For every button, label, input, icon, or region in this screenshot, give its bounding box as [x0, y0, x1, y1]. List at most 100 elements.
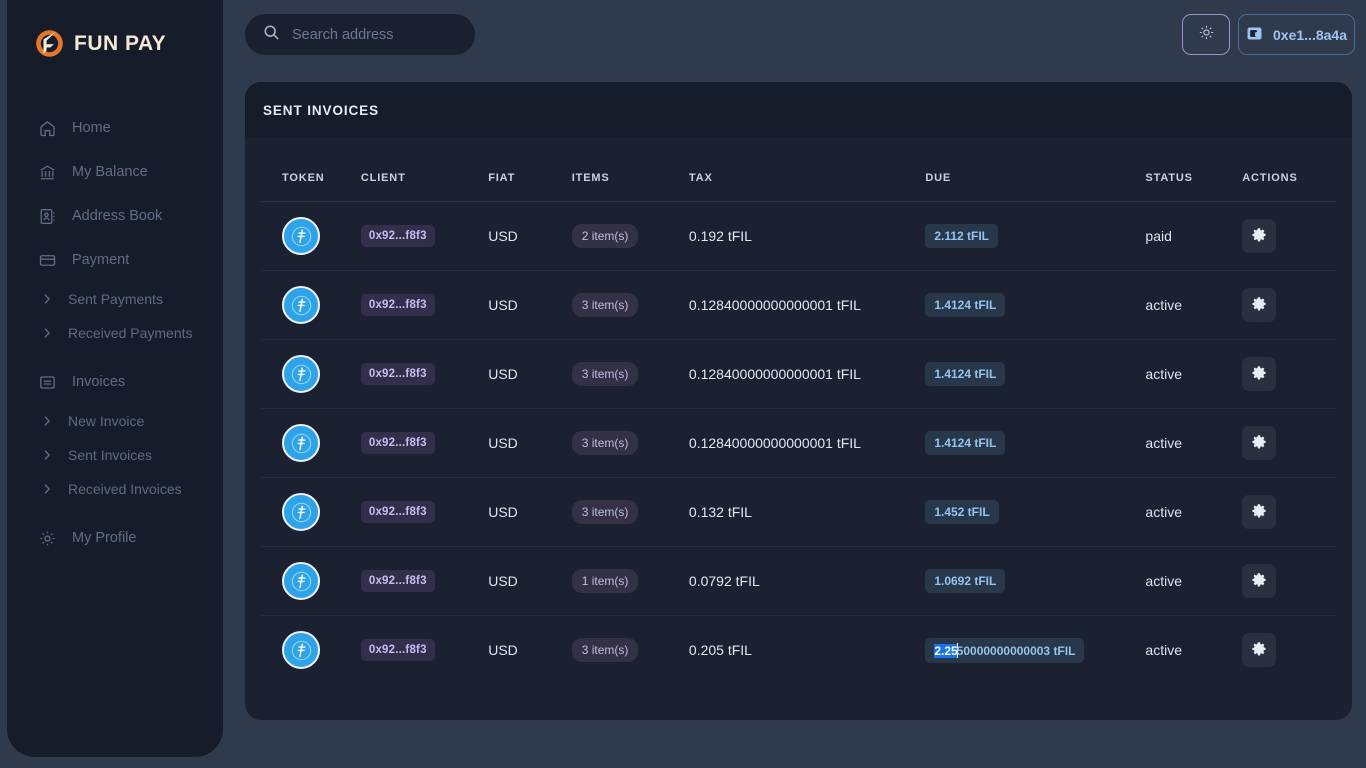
- status-badge: paid: [1145, 228, 1171, 244]
- cell-token: [261, 271, 361, 340]
- due-amount-badge[interactable]: 1.0692 tFIL: [925, 569, 1005, 593]
- row-actions-button[interactable]: [1242, 564, 1276, 598]
- sidebar-item-new-invoice[interactable]: New Invoice: [7, 404, 223, 438]
- cell-actions: [1242, 202, 1336, 271]
- column-header-due: DUE: [925, 138, 1145, 202]
- sidebar-item-invoices[interactable]: Invoices: [7, 360, 223, 404]
- cell-actions: [1242, 271, 1336, 340]
- sidebar-item-address-book[interactable]: Address Book: [7, 194, 223, 238]
- cell-tax: 0.12840000000000001 tFIL: [689, 271, 925, 340]
- items-count-badge: 1 item(s): [572, 569, 639, 593]
- cell-due: 1.452 tFIL: [925, 478, 1145, 547]
- due-amount-badge[interactable]: 1.4124 tFIL: [925, 293, 1005, 317]
- client-address-badge[interactable]: 0x92...f8f3: [361, 639, 435, 661]
- due-amount-badge[interactable]: 2.112 tFIL: [925, 224, 998, 248]
- fiat-value: USD: [488, 642, 518, 658]
- cell-client: 0x92...f8f3: [361, 202, 488, 271]
- due-amount-badge[interactable]: 1.452 tFIL: [925, 500, 998, 524]
- client-address-badge[interactable]: 0x92...f8f3: [361, 294, 435, 316]
- page-title: SENT INVOICES: [263, 103, 379, 118]
- bank-icon: [37, 162, 57, 182]
- nav-group-divider: [7, 350, 223, 360]
- table-row[interactable]: 0x92...f8f3 USD 3 item(s) 0.128400000000…: [261, 409, 1336, 478]
- sidebar-item-received-payments[interactable]: Received Payments: [7, 316, 223, 350]
- row-actions-button[interactable]: [1242, 357, 1276, 391]
- cell-client: 0x92...f8f3: [361, 340, 488, 409]
- table-row[interactable]: 0x92...f8f3 USD 3 item(s) 0.128400000000…: [261, 271, 1336, 340]
- table-row[interactable]: 0x92...f8f3 USD 3 item(s) 0.132 tFIL 1.4…: [261, 478, 1336, 547]
- due-amount-badge[interactable]: 1.4124 tFIL: [925, 362, 1005, 386]
- sidebar-item-label: Home: [72, 121, 111, 136]
- sidebar-item-label: My Balance: [72, 165, 148, 180]
- client-address-badge[interactable]: 0x92...f8f3: [361, 432, 435, 454]
- table-row[interactable]: 0x92...f8f3 USD 1 item(s) 0.0792 tFIL 1.…: [261, 547, 1336, 616]
- sidebar-item-payment[interactable]: Payment: [7, 238, 223, 282]
- column-header-tax: TAX: [689, 138, 925, 202]
- row-actions-button[interactable]: [1242, 219, 1276, 253]
- brand-wordmark: FUN PAY: [74, 33, 166, 54]
- cell-due: 2.2550000000000003 tFIL: [925, 616, 1145, 685]
- row-actions-button[interactable]: [1242, 633, 1276, 667]
- sidebar-item-my-profile[interactable]: My Profile: [7, 516, 223, 560]
- sidebar-item-home[interactable]: Home: [7, 106, 223, 150]
- row-actions-button[interactable]: [1242, 288, 1276, 322]
- cell-items: 3 item(s): [572, 616, 689, 685]
- due-amount-badge[interactable]: 1.4124 tFIL: [925, 431, 1005, 455]
- tax-value: 0.192 tFIL: [689, 228, 752, 244]
- table-row[interactable]: 0x92...f8f3 USD 2 item(s) 0.192 tFIL 2.1…: [261, 202, 1336, 271]
- client-address-badge[interactable]: 0x92...f8f3: [361, 225, 435, 247]
- brand-logo[interactable]: FUN PAY: [7, 0, 223, 64]
- wallet-icon: [1246, 25, 1263, 45]
- search-icon: [263, 24, 280, 46]
- row-actions-button[interactable]: [1242, 426, 1276, 460]
- items-count-badge: 3 item(s): [572, 293, 639, 317]
- sidebar-item-sent-payments[interactable]: Sent Payments: [7, 282, 223, 316]
- search-input[interactable]: [292, 27, 462, 43]
- column-header-token: TOKEN: [261, 138, 361, 202]
- sidebar-item-my-balance[interactable]: My Balance: [7, 150, 223, 194]
- table-row[interactable]: 0x92...f8f3 USD 3 item(s) 0.205 tFIL 2.2…: [261, 616, 1336, 685]
- status-badge: active: [1145, 366, 1182, 382]
- tax-value: 0.12840000000000001 tFIL: [689, 435, 861, 451]
- client-address-badge[interactable]: 0x92...f8f3: [361, 570, 435, 592]
- cell-client: 0x92...f8f3: [361, 271, 488, 340]
- cell-status: active: [1145, 547, 1242, 616]
- sun-icon: [1198, 24, 1215, 46]
- sidebar-item-sent-invoices[interactable]: Sent Invoices: [7, 438, 223, 472]
- tax-value: 0.0792 tFIL: [689, 573, 760, 589]
- chevron-right-icon: [43, 411, 51, 431]
- client-address-badge[interactable]: 0x92...f8f3: [361, 363, 435, 385]
- card-icon: [37, 250, 57, 270]
- client-address-badge[interactable]: 0x92...f8f3: [361, 501, 435, 523]
- sidebar-item-label: Payment: [72, 253, 129, 268]
- cell-items: 3 item(s): [572, 271, 689, 340]
- cell-due: 1.4124 tFIL: [925, 340, 1145, 409]
- sidebar-item-label: Sent Payments: [68, 292, 163, 306]
- wallet-address-button[interactable]: 0xe1...8a4a: [1238, 14, 1355, 55]
- sidebar-item-received-invoices[interactable]: Received Invoices: [7, 472, 223, 506]
- search-box[interactable]: [245, 14, 475, 55]
- cell-status: active: [1145, 478, 1242, 547]
- items-count-badge: 3 item(s): [572, 500, 639, 524]
- status-badge: active: [1145, 297, 1182, 313]
- fiat-value: USD: [488, 366, 518, 382]
- table-head: TOKEN CLIENT FIAT ITEMS TAX DUE STATUS A…: [261, 138, 1336, 202]
- cell-actions: [1242, 409, 1336, 478]
- sidebar: FUN PAY Home My Balance: [7, 0, 223, 757]
- row-actions-button[interactable]: [1242, 495, 1276, 529]
- theme-toggle-button[interactable]: [1182, 14, 1230, 55]
- cell-client: 0x92...f8f3: [361, 409, 488, 478]
- panel-header: SENT INVOICES: [245, 82, 1352, 138]
- cell-tax: 0.205 tFIL: [689, 616, 925, 685]
- fiat-value: USD: [488, 435, 518, 451]
- filecoin-icon: [282, 424, 320, 462]
- due-amount-badge[interactable]: 2.2550000000000003 tFIL: [925, 638, 1084, 663]
- table-row[interactable]: 0x92...f8f3 USD 3 item(s) 0.128400000000…: [261, 340, 1336, 409]
- cell-actions: [1242, 547, 1336, 616]
- cell-token: [261, 340, 361, 409]
- fiat-value: USD: [488, 297, 518, 313]
- sidebar-item-label: Received Invoices: [68, 482, 182, 496]
- status-badge: active: [1145, 642, 1182, 658]
- items-count-badge: 3 item(s): [572, 431, 639, 455]
- cell-status: paid: [1145, 202, 1242, 271]
